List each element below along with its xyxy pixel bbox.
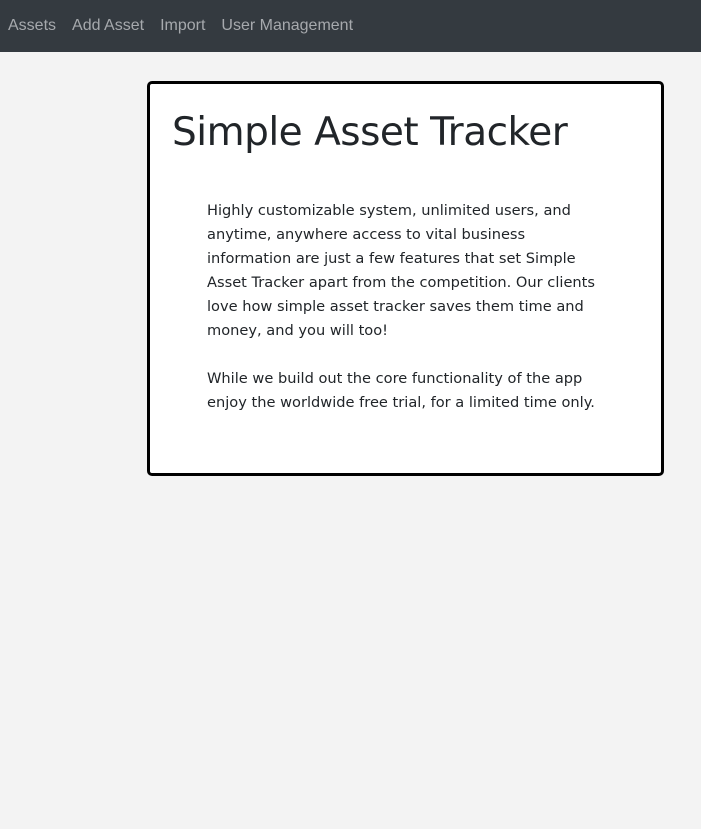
intro-card: Simple Asset Tracker Highly customizable… [147, 81, 664, 476]
top-navbar: Assets Add Asset Import User Management [0, 0, 701, 52]
page-title: Simple Asset Tracker [172, 110, 568, 155]
intro-paragraph: Highly customizable system, unlimited us… [207, 202, 595, 339]
trial-paragraph: While we build out the core functionalit… [207, 370, 595, 411]
nav-link-assets[interactable]: Assets [8, 17, 56, 35]
nav-link-import[interactable]: Import [160, 17, 205, 35]
nav-link-user-management[interactable]: User Management [221, 17, 353, 35]
nav-link-add-asset[interactable]: Add Asset [72, 17, 144, 35]
